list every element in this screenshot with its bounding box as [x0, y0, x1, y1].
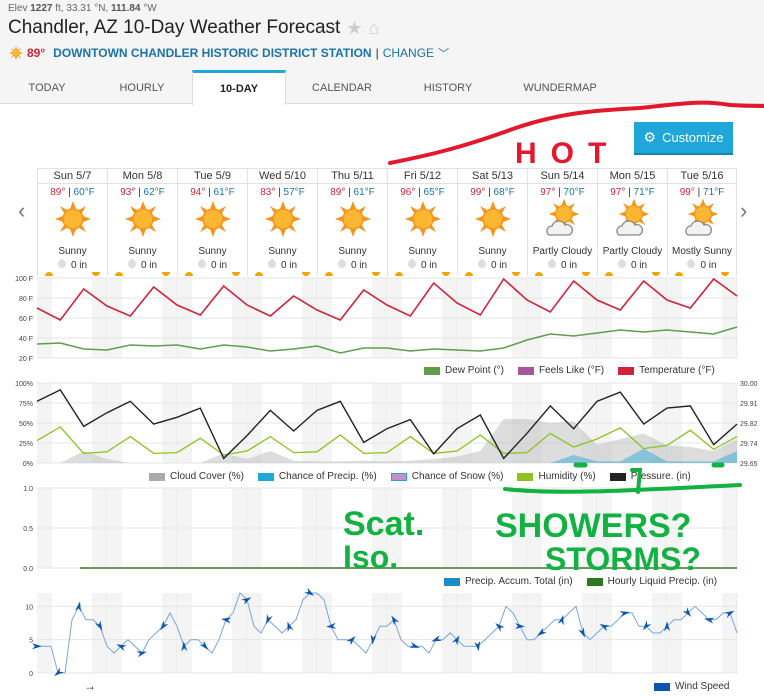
- axis-tick-label: 1.0: [23, 486, 33, 493]
- axis-tick-label-right: 29.82: [740, 421, 758, 428]
- night-band: [247, 593, 262, 673]
- axis-tick-label: 40 F: [19, 336, 33, 343]
- legend-chance-snow[interactable]: Chance of Snow (%): [390, 471, 504, 482]
- axis-tick-label: 50%: [19, 421, 33, 428]
- night-band: [92, 593, 107, 673]
- axis-tick-label: 100%: [15, 381, 33, 388]
- legend-label: Cloud Cover (%): [170, 471, 244, 482]
- forecast-charts: 100 F 80 F 60 F 40 F 20 F 100% 75% 50% 25% 0% 30.0…: [15, 276, 758, 678]
- legend-label: Pressure. (in): [630, 471, 691, 482]
- temperature-legend: Dew Point (°) Feels Like (°F) Temperatur…: [410, 365, 715, 376]
- axis-tick-label-right: 29.74: [740, 441, 758, 448]
- axis-tick-label: 0%: [23, 461, 33, 468]
- legend-swatch: [390, 472, 407, 481]
- legend-swatch: [586, 577, 603, 586]
- legend-label: Precip. Accum. Total (in): [465, 576, 573, 587]
- precip-legend: Precip. Accum. Total (in) Hourly Liquid …: [430, 576, 717, 587]
- night-band: [232, 593, 247, 673]
- night-band: [302, 593, 317, 673]
- legend-swatch: [444, 577, 460, 586]
- legend-label: Wind Speed: [675, 681, 730, 692]
- legend-dew-point[interactable]: Dew Point (°): [424, 365, 504, 376]
- night-band: [512, 593, 527, 673]
- axis-tick-label: 0.0: [23, 566, 33, 573]
- legend-feels-like[interactable]: Feels Like (°F): [518, 365, 604, 376]
- night-band: [597, 593, 612, 673]
- night-band: [37, 593, 52, 673]
- night-band: [722, 593, 737, 673]
- wind-direction-arrow-icon: →: [84, 679, 96, 693]
- legend-swatch: [424, 366, 440, 375]
- humidity-legend: Cloud Cover (%) Chance of Precip. (%) Ch…: [135, 471, 691, 482]
- axis-tick-label: 0.5: [23, 526, 33, 533]
- legend-swatch: [654, 682, 670, 691]
- night-band: [317, 593, 332, 673]
- axis-tick-label: 80 F: [19, 296, 33, 303]
- legend-swatch: [618, 366, 635, 375]
- legend-label: Humidity (%): [538, 471, 596, 482]
- legend-label: Dew Point (°): [445, 365, 505, 376]
- night-band: [667, 593, 682, 673]
- legend-label: Temperature (°F): [639, 365, 715, 376]
- legend-label: Feels Like (°F): [539, 365, 605, 376]
- legend-label: Hourly Liquid Precip. (in): [607, 576, 718, 587]
- night-band: [107, 593, 122, 673]
- legend-temperature[interactable]: Temperature (°F): [618, 365, 715, 376]
- axis-tick-label: 0: [29, 671, 33, 678]
- legend-hourly-precip[interactable]: Hourly Liquid Precip. (in): [586, 576, 718, 587]
- legend-humidity[interactable]: Humidity (%): [517, 471, 596, 482]
- legend-swatch: [609, 472, 626, 481]
- legend-label: Chance of Precip. (%): [278, 471, 377, 482]
- axis-tick-label: 60 F: [19, 316, 33, 323]
- axis-tick-label-right: 29.91: [740, 401, 758, 408]
- axis-tick-label: 25%: [19, 441, 33, 448]
- night-band: [162, 593, 177, 673]
- axis-tick-label: 20 F: [19, 356, 33, 363]
- axis-tick-label: 75%: [19, 401, 33, 408]
- legend-swatch: [149, 472, 165, 481]
- night-band: [387, 593, 402, 673]
- legend-chance-precip[interactable]: Chance of Precip. (%): [257, 471, 377, 482]
- night-band: [372, 593, 387, 673]
- axis-tick-label-right: 29.65: [740, 461, 758, 468]
- night-band: [457, 593, 472, 673]
- legend-swatch: [517, 472, 534, 481]
- legend-precip-accum[interactable]: Precip. Accum. Total (in): [444, 576, 573, 587]
- legend-label: Chance of Snow (%): [411, 471, 504, 482]
- axis-tick-label-right: 30.00: [740, 381, 758, 388]
- axis-tick-label: 10: [25, 604, 33, 611]
- legend-swatch: [518, 366, 535, 375]
- wind-legend: Wind Speed: [640, 681, 729, 692]
- legend-swatch: [257, 472, 274, 481]
- axis-tick-label: 100 F: [15, 276, 33, 283]
- legend-cloud-cover[interactable]: Cloud Cover (%): [149, 471, 244, 482]
- legend-pressure[interactable]: Pressure. (in): [609, 471, 691, 482]
- legend-wind-speed[interactable]: Wind Speed: [654, 681, 729, 692]
